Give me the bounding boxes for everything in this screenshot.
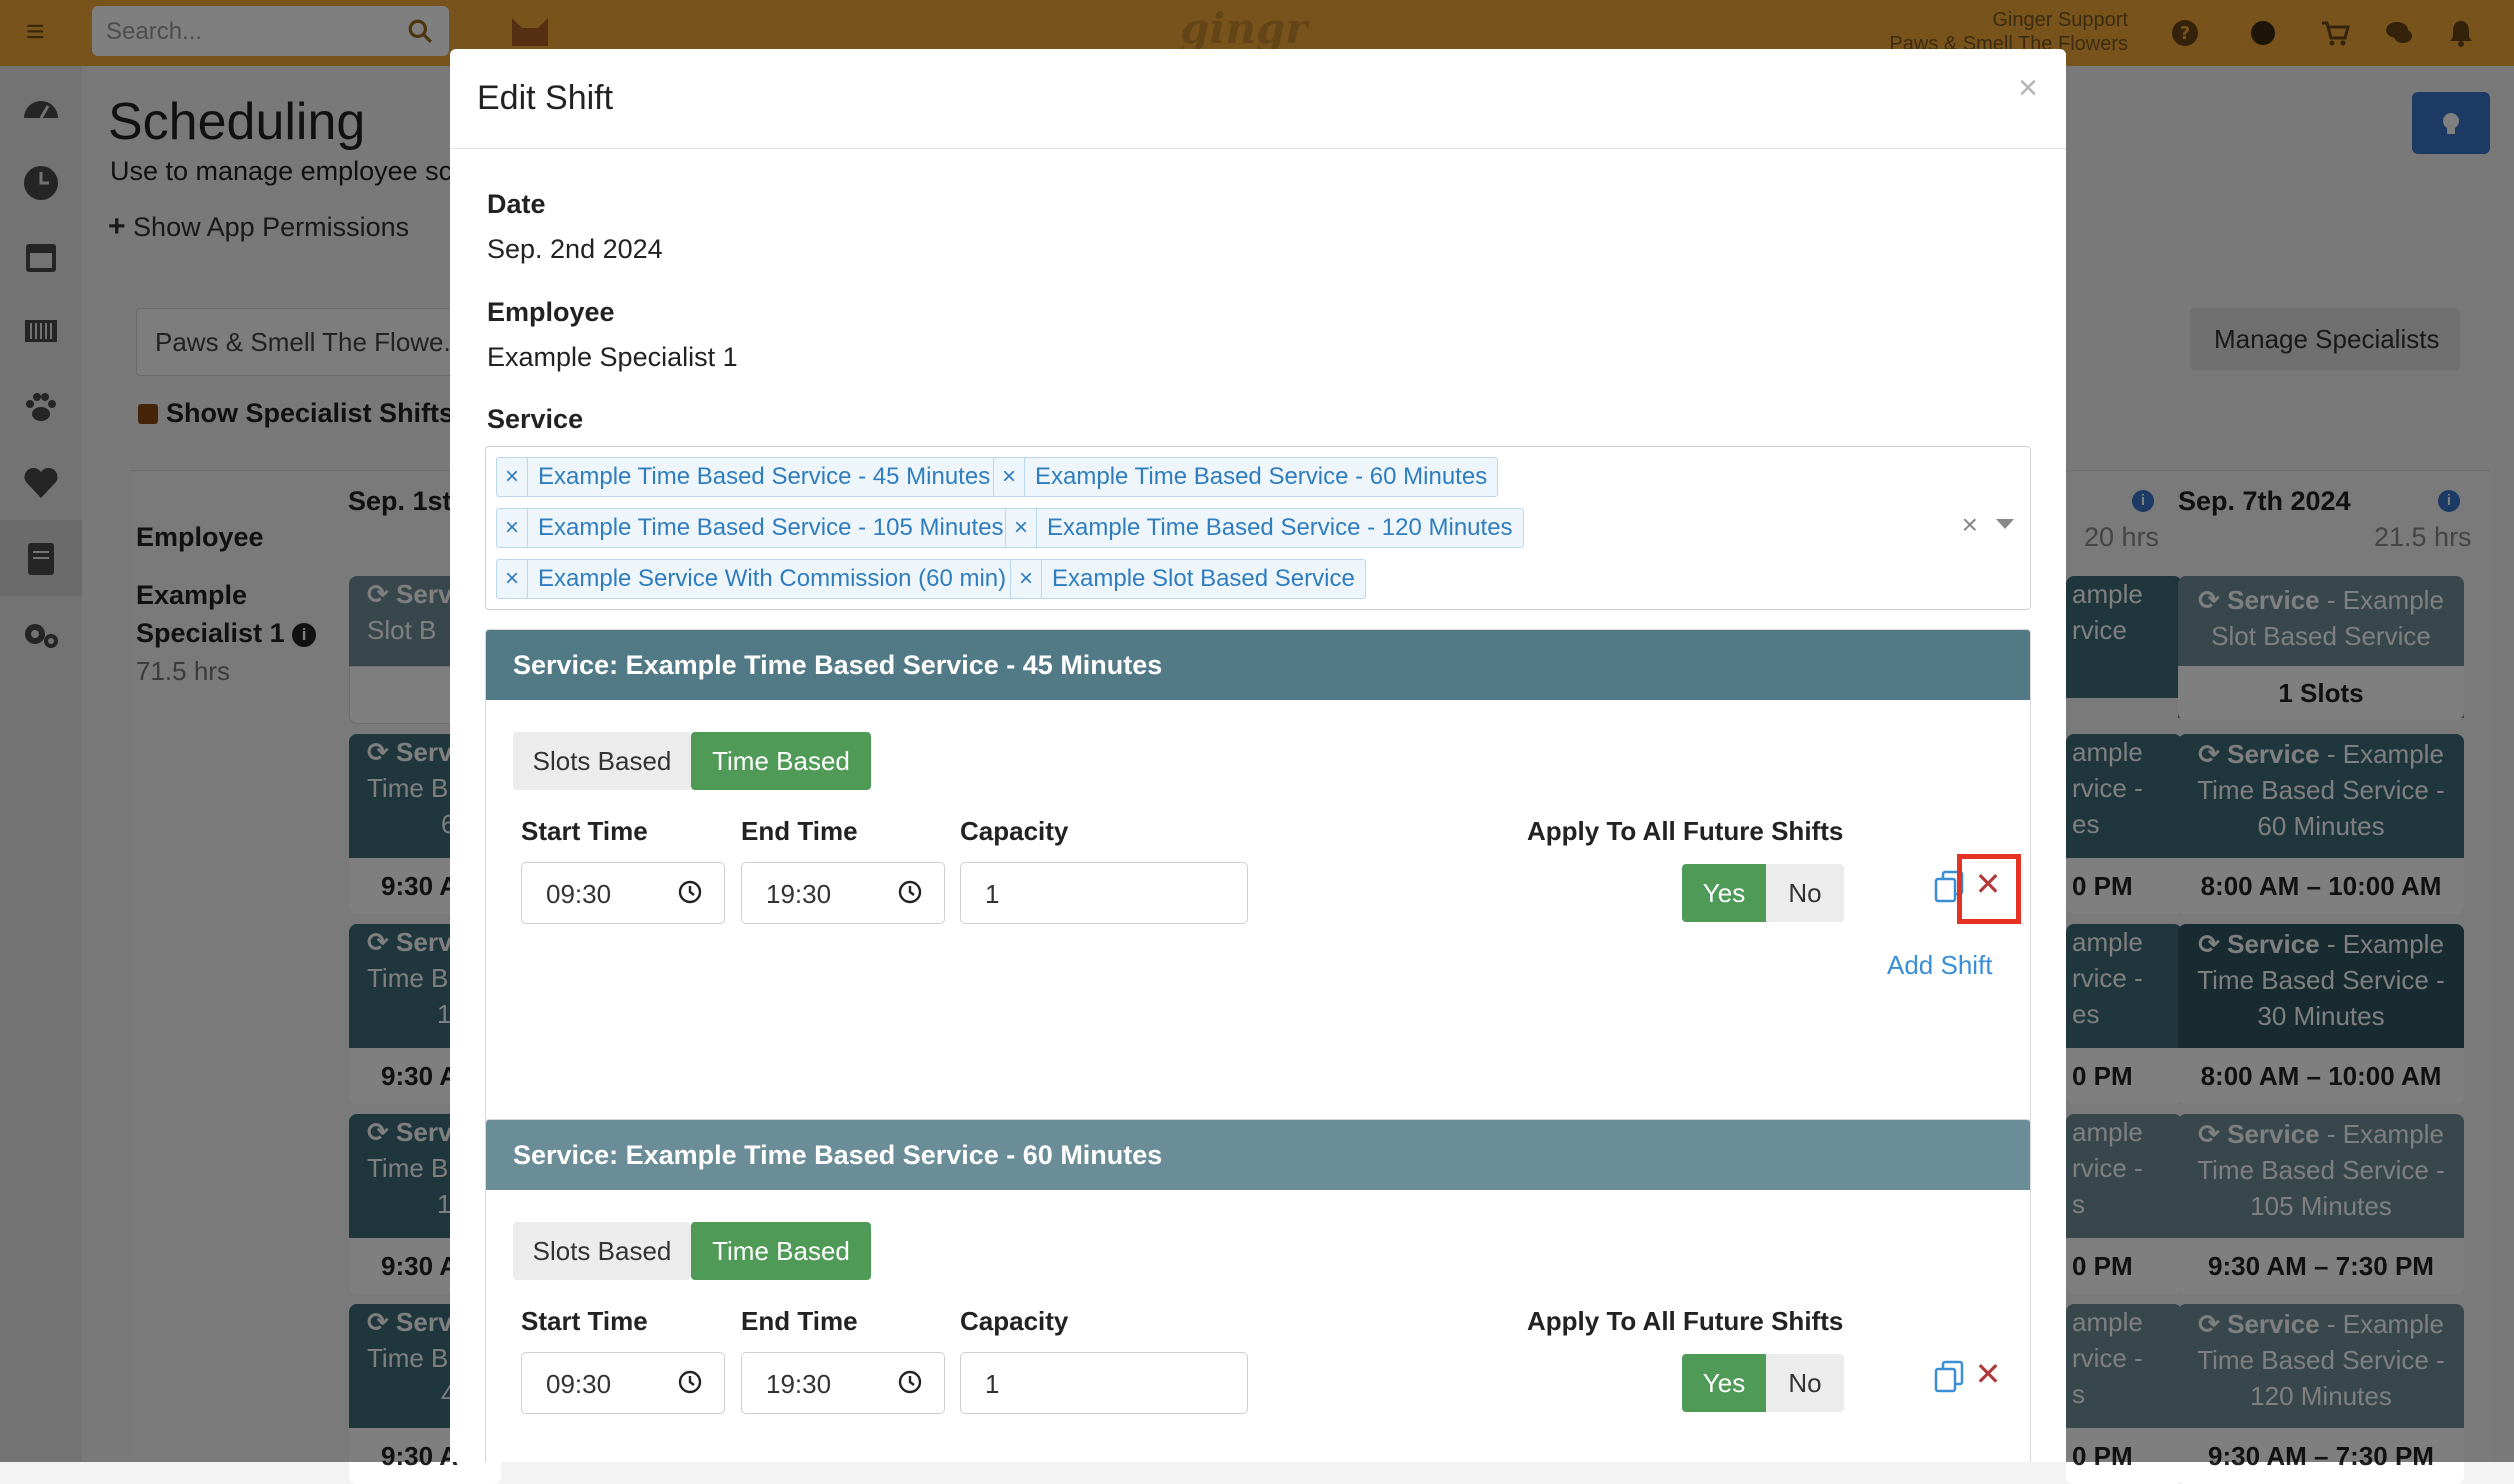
clock-icon[interactable]: [898, 1370, 922, 1394]
service-tag-label: Example Slot Based Service: [1052, 565, 1355, 592]
modal-header: Edit Shift ×: [450, 49, 2066, 149]
service-panel-body: Slots Based Time Based Start Time End Ti…: [486, 732, 2030, 1130]
apply-future-no-button[interactable]: No: [1766, 1354, 1844, 1412]
end-time-input[interactable]: 19:30: [741, 862, 945, 924]
apply-future-label: Apply To All Future Shifts: [1527, 1306, 1844, 1336]
service-panel: Service: Example Time Based Service - 60…: [485, 1119, 2031, 1462]
modal-title: Edit Shift: [477, 79, 614, 117]
service-tag[interactable]: × Example Service With Commission (60 min…: [496, 559, 1018, 599]
apply-future-yes-button[interactable]: Yes: [1682, 1354, 1766, 1412]
service-multiselect[interactable]: × Example Time Based Service - 45 Minutes…: [485, 446, 2031, 610]
end-time-value: 19:30: [766, 879, 832, 909]
capacity-input[interactable]: 1: [960, 862, 1248, 924]
end-time-label: End Time: [741, 816, 858, 846]
remove-tag-icon[interactable]: ×: [1006, 509, 1037, 547]
employee-label: Employee: [487, 297, 615, 327]
service-tag-label: Example Time Based Service - 105 Minutes: [538, 514, 1004, 541]
add-shift-link[interactable]: Add Shift: [1887, 950, 1993, 981]
date-label: Date: [487, 189, 546, 219]
capacity-label: Capacity: [960, 1306, 1069, 1336]
service-tag[interactable]: × Example Time Based Service - 105 Minute…: [496, 508, 1015, 548]
service-panel-body: Slots Based Time Based Start Time End Ti…: [486, 1222, 2030, 1462]
apply-future-yes-button[interactable]: Yes: [1682, 864, 1766, 922]
copy-icon[interactable]: [1934, 1360, 1964, 1394]
capacity-value: 1: [985, 879, 1000, 909]
delete-shift-icon[interactable]: ✕: [1970, 1356, 2006, 1392]
start-time-label: Start Time: [521, 816, 648, 846]
service-tag-label: Example Time Based Service - 120 Minutes: [1047, 514, 1513, 541]
service-tag-label: Example Service With Commission (60 min): [538, 565, 1007, 592]
date-value: Sep. 2nd 2024: [487, 234, 663, 264]
service-panel-title: Service: Example Time Based Service - 45…: [513, 650, 1163, 680]
end-time-label: End Time: [741, 1306, 858, 1336]
time-based-button[interactable]: Time Based: [691, 732, 871, 790]
service-panel-header: Service: Example Time Based Service - 60…: [486, 1120, 2030, 1190]
edit-shift-modal: Edit Shift × Date Sep. 2nd 2024 Employee…: [450, 49, 2066, 1462]
apply-future-label: Apply To All Future Shifts: [1527, 816, 1844, 846]
service-tag[interactable]: × Example Time Based Service - 45 Minutes: [496, 457, 1002, 497]
slots-based-button[interactable]: Slots Based: [513, 1222, 691, 1280]
time-based-button[interactable]: Time Based: [691, 1222, 871, 1280]
start-time-label: Start Time: [521, 1306, 648, 1336]
end-time-input[interactable]: 19:30: [741, 1352, 945, 1414]
remove-tag-icon[interactable]: ×: [497, 509, 528, 547]
service-tag[interactable]: × Example Time Based Service - 60 Minutes: [993, 457, 1499, 497]
clear-all-icon[interactable]: ×: [1962, 509, 1978, 541]
service-tag[interactable]: × Example Time Based Service - 120 Minute…: [1005, 508, 1524, 548]
capacity-input[interactable]: 1: [960, 1352, 1248, 1414]
start-time-input[interactable]: 09:30: [521, 862, 725, 924]
remove-tag-icon[interactable]: ×: [497, 458, 528, 496]
start-time-value: 09:30: [546, 879, 612, 909]
capacity-value: 1: [985, 1369, 1000, 1399]
employee-value: Example Specialist 1: [487, 342, 738, 372]
service-panel-title: Service: Example Time Based Service - 60…: [513, 1140, 1163, 1170]
chevron-down-icon[interactable]: [1996, 519, 2014, 529]
service-label: Service: [487, 404, 584, 434]
service-panel-header: Service: Example Time Based Service - 45…: [486, 630, 2030, 700]
remove-tag-icon[interactable]: ×: [497, 560, 528, 598]
remove-tag-icon[interactable]: ×: [994, 458, 1025, 496]
clock-icon[interactable]: [678, 880, 702, 904]
service-tag-label: Example Time Based Service - 45 Minutes: [538, 463, 991, 490]
clock-icon[interactable]: [898, 880, 922, 904]
end-time-value: 19:30: [766, 1369, 832, 1399]
start-time-value: 09:30: [546, 1369, 612, 1399]
service-panel: Service: Example Time Based Service - 45…: [485, 629, 2031, 1131]
slots-based-button[interactable]: Slots Based: [513, 732, 691, 790]
capacity-label: Capacity: [960, 816, 1069, 846]
service-tag[interactable]: × Example Slot Based Service: [1010, 559, 1366, 599]
clock-icon[interactable]: [678, 1370, 702, 1394]
apply-future-no-button[interactable]: No: [1766, 864, 1844, 922]
service-tag-label: Example Time Based Service - 60 Minutes: [1035, 463, 1488, 490]
close-icon[interactable]: ×: [2018, 69, 2038, 108]
highlight-box: [1957, 854, 2021, 924]
start-time-input[interactable]: 09:30: [521, 1352, 725, 1414]
remove-tag-icon[interactable]: ×: [1011, 560, 1042, 598]
